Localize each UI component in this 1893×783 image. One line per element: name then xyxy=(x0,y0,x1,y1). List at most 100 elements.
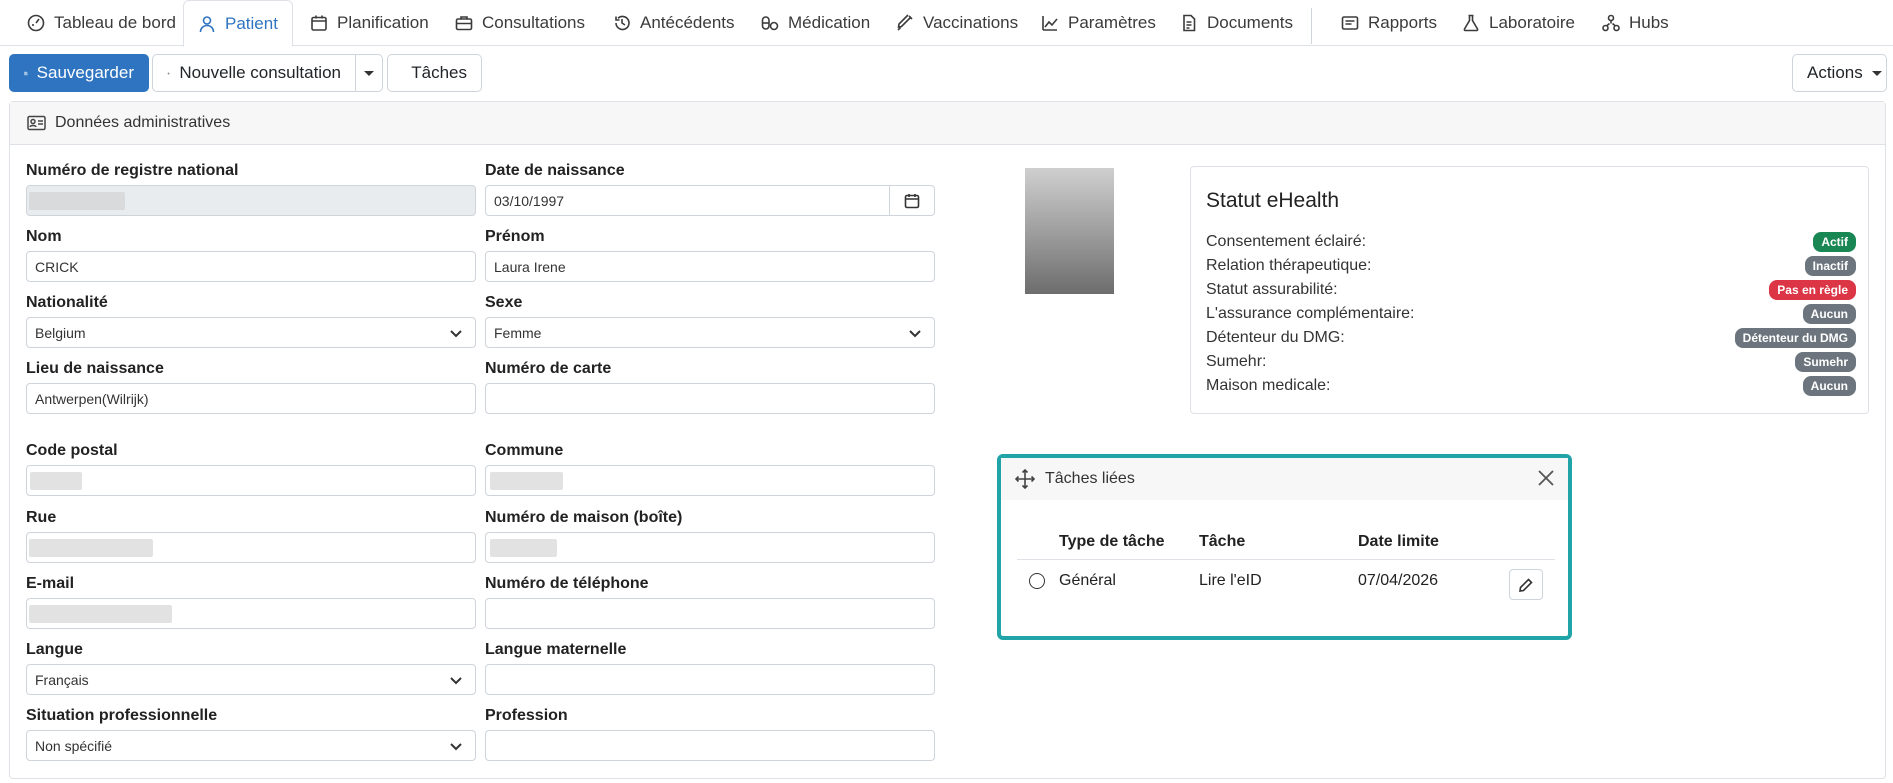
birth-date-field[interactable]: 03/10/1997 xyxy=(485,185,935,216)
last-name-field[interactable]: CRICK xyxy=(26,251,476,282)
linked-tasks-title: Tâches liées xyxy=(1045,470,1135,487)
tab-vaccinations[interactable]: Vaccinations xyxy=(882,0,1032,46)
column-header-task: Tâche xyxy=(1199,533,1246,550)
house-number-field[interactable] xyxy=(485,532,935,563)
status-badge: Pas en règle xyxy=(1769,280,1856,300)
linked-tasks-header[interactable]: Tâches liées xyxy=(1001,458,1568,500)
close-icon xyxy=(1538,470,1554,486)
calendar-icon xyxy=(311,15,327,31)
date-picker-button[interactable] xyxy=(889,185,934,216)
column-header-type: Type de tâche xyxy=(1059,533,1165,550)
first-name-value: Laura Irene xyxy=(494,258,566,275)
tab-consultations[interactable]: Consultations xyxy=(441,0,599,46)
profession-field[interactable] xyxy=(485,730,935,761)
nationality-value: Belgium xyxy=(35,324,86,341)
document-icon xyxy=(1183,14,1196,32)
chevron-down-icon xyxy=(909,330,921,338)
tab-patient[interactable]: Patient xyxy=(183,0,293,47)
last-name-value: CRICK xyxy=(35,258,79,275)
tab-reports[interactable]: Rapports xyxy=(1327,0,1451,46)
tab-parameters[interactable]: Paramètres xyxy=(1027,0,1170,46)
card-title: Données administratives xyxy=(55,114,231,131)
ehealth-row-label: Sumehr: xyxy=(1206,353,1267,370)
top-navigation: Tableau de bord Patient Planification Co… xyxy=(0,0,1893,47)
new-consultation-label: Nouvelle consultation xyxy=(179,63,341,82)
redacted-value xyxy=(490,472,563,490)
id-card-icon xyxy=(27,115,46,131)
birth-place-field[interactable]: Antwerpen(Wilrijk) xyxy=(26,383,476,414)
email-field[interactable] xyxy=(26,598,476,629)
ehealth-row: Relation thérapeutique: Inactif xyxy=(1206,254,1856,278)
save-icon xyxy=(24,71,28,75)
redacted-value xyxy=(30,472,82,490)
birth-place-value: Antwerpen(Wilrijk) xyxy=(35,390,149,407)
close-button[interactable] xyxy=(1536,468,1556,488)
street-field[interactable] xyxy=(26,532,476,563)
status-badge: Aucun xyxy=(1802,304,1856,324)
sex-select[interactable]: Femme xyxy=(485,317,935,348)
birth-place-label: Lieu de naissance xyxy=(26,360,164,377)
ehealth-row-label: Statut assurabilité: xyxy=(1206,281,1338,298)
postal-code-label: Code postal xyxy=(26,442,118,459)
tab-history[interactable]: Antécédents xyxy=(599,0,749,46)
pencil-icon xyxy=(1519,577,1533,592)
move-icon[interactable] xyxy=(1015,469,1035,489)
tab-hubs-label: Hubs xyxy=(1629,13,1669,32)
status-badge: Aucun xyxy=(1802,376,1856,396)
chevron-down-icon xyxy=(450,330,462,338)
tab-laboratory[interactable]: Laboratoire xyxy=(1448,0,1589,46)
caret-down-icon xyxy=(364,70,374,76)
phone-label: Numéro de téléphone xyxy=(485,575,649,592)
tab-consultations-label: Consultations xyxy=(482,13,586,32)
task-name-cell: Lire l'eID xyxy=(1199,572,1262,589)
language-select[interactable]: Français xyxy=(26,664,476,695)
tab-dashboard[interactable]: Tableau de bord xyxy=(13,0,190,46)
national-number-label: Numéro de registre national xyxy=(26,162,239,179)
birth-date-value: 03/10/1997 xyxy=(494,192,565,209)
first-name-field[interactable]: Laura Irene xyxy=(485,251,935,282)
tab-dashboard-label: Tableau de bord xyxy=(54,13,176,32)
tab-patient-label: Patient xyxy=(225,13,278,33)
tab-planning[interactable]: Planification xyxy=(296,0,443,46)
mother-tongue-field[interactable] xyxy=(485,664,935,695)
tab-history-label: Antécédents xyxy=(640,13,735,32)
ehealth-row: Consentement éclairé: Actif xyxy=(1206,230,1856,254)
phone-field[interactable] xyxy=(485,598,935,629)
ehealth-status-panel: Statut eHealth Consentement éclairé: Act… xyxy=(1190,166,1869,414)
tab-documents[interactable]: Documents xyxy=(1166,0,1307,46)
ehealth-row: Sumehr: Sumehr xyxy=(1206,350,1856,374)
history-icon xyxy=(615,15,630,31)
status-badge: Inactif xyxy=(1804,256,1856,276)
briefcase-icon xyxy=(455,16,473,31)
header-divider xyxy=(1017,559,1555,560)
ehealth-row: Statut assurabilité: Pas en règle xyxy=(1206,278,1856,302)
postal-code-field[interactable] xyxy=(26,465,476,496)
tab-medication[interactable]: Médication xyxy=(747,0,884,46)
email-label: E-mail xyxy=(26,575,75,592)
tab-hubs[interactable]: Hubs xyxy=(1588,0,1683,46)
ehealth-row: Maison medicale: Aucun xyxy=(1206,374,1856,398)
status-badge: Sumehr xyxy=(1795,352,1856,372)
caret-down-icon xyxy=(1871,70,1882,76)
card-number-field[interactable] xyxy=(485,383,935,414)
municipality-field[interactable] xyxy=(485,465,935,496)
actions-button[interactable]: Actions xyxy=(1792,54,1887,92)
new-consultation-dropdown[interactable] xyxy=(355,54,383,92)
professional-situation-select[interactable]: Non spécifié xyxy=(26,730,476,761)
edit-task-button[interactable] xyxy=(1509,569,1543,600)
task-due-cell: 07/04/2026 xyxy=(1358,572,1439,589)
nav-separator xyxy=(1311,8,1312,44)
linked-tasks-panel: Tâches liées Type de tâche Tâche Date li… xyxy=(997,454,1572,640)
new-consultation-button[interactable]: Nouvelle consultation xyxy=(152,54,356,92)
nationality-select[interactable]: Belgium xyxy=(26,317,476,348)
card-number-label: Numéro de carte xyxy=(485,360,612,377)
pills-icon xyxy=(761,16,779,31)
save-button-label: Sauvegarder xyxy=(36,63,134,82)
syringe-icon xyxy=(897,14,913,31)
task-complete-radio[interactable] xyxy=(1029,573,1045,589)
first-name-label: Prénom xyxy=(485,228,545,245)
tasks-button[interactable]: Tâches xyxy=(387,54,482,92)
save-button[interactable]: Sauvegarder xyxy=(9,54,149,92)
tab-parameters-label: Paramètres xyxy=(1068,13,1156,32)
card-header: Données administratives xyxy=(10,102,1885,145)
